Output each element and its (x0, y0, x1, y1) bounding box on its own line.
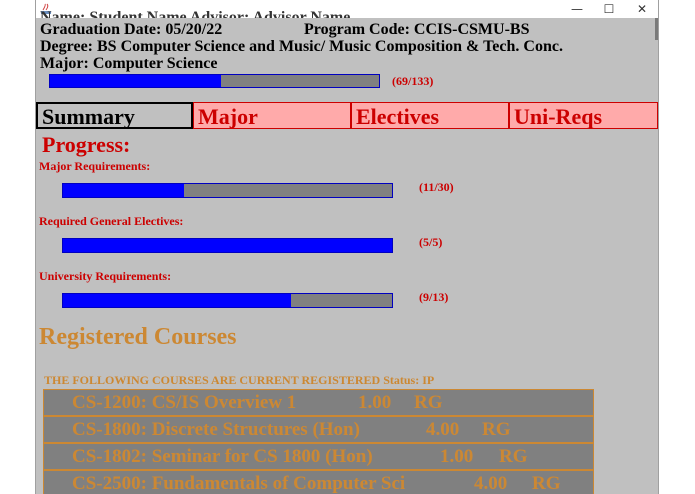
university-requirements-fill (63, 294, 291, 307)
tab-uni-reqs[interactable]: Uni-Reqs (509, 102, 658, 129)
university-requirements-count: (9/13) (419, 290, 449, 304)
course-row[interactable]: CS-1800: Discrete Structures (Hon) 4.00 … (43, 416, 594, 443)
course-credits: 1.00 (358, 392, 392, 413)
university-requirements-bar (62, 293, 393, 308)
course-grade: RG (414, 392, 443, 413)
maximize-button[interactable]: ☐ (593, 0, 625, 18)
general-electives-count: (5/5) (419, 235, 443, 249)
tab-summary[interactable]: Summary (36, 102, 193, 129)
course-name: CS-2500: Fundamentals of Computer Sci (72, 473, 406, 494)
registered-courses-heading: Registered Courses (39, 324, 237, 350)
course-list: CS-1200: CS/IS Overview 1 1.00 RG CS-180… (43, 389, 594, 494)
degree-text: Degree: BS Computer Science and Music/ M… (40, 38, 563, 55)
close-button[interactable]: ✕ (626, 0, 658, 18)
course-grade: RG (482, 419, 511, 440)
general-electives-bar (62, 238, 393, 253)
general-electives-label: Required General Electives: (39, 214, 184, 228)
overall-progress-fill (50, 75, 221, 87)
major-text: Major: Computer Science (40, 55, 218, 72)
general-electives-fill (63, 239, 392, 252)
course-name: CS-1800: Discrete Structures (Hon) (72, 419, 360, 440)
university-requirements-label: University Requirements: (39, 269, 172, 283)
course-credits: 4.00 (426, 419, 460, 440)
current-registered-label: THE FOLLOWING COURSES ARE CURRENT REGIST… (44, 373, 435, 387)
scrollbar-thumb[interactable] (655, 18, 658, 40)
major-requirements-bar (62, 183, 393, 198)
overall-progress-bar (49, 74, 380, 88)
course-grade: RG (499, 446, 528, 467)
course-row[interactable]: CS-1200: CS/IS Overview 1 1.00 RG (43, 389, 594, 416)
course-name: CS-1200: CS/IS Overview 1 (72, 392, 297, 413)
tab-major[interactable]: Major (193, 102, 351, 129)
major-requirements-label: Major Requirements: (39, 159, 151, 173)
course-credits: 1.00 (440, 446, 474, 467)
course-name: CS-1802: Seminar for CS 1800 (Hon) (72, 446, 373, 467)
course-credits: 4.00 (474, 473, 508, 494)
minimize-button[interactable]: — (561, 0, 593, 18)
program-code: Program Code: CCIS-CSMU-BS (304, 21, 530, 38)
course-row[interactable]: CS-2500: Fundamentals of Computer Sci 4.… (43, 470, 594, 494)
progress-heading: Progress: (42, 132, 131, 157)
tab-bar: Summary Major Electives Uni-Reqs (36, 102, 658, 129)
overall-progress-count: (69/133) (392, 74, 434, 88)
major-requirements-count: (11/30) (419, 180, 454, 194)
app-window: — ☐ ✕ Name: Student Name Advisor: Adviso… (35, 0, 659, 494)
course-grade: RG (532, 473, 561, 494)
graduation-date: Graduation Date: 05/20/22 (40, 21, 223, 38)
major-requirements-fill (63, 184, 184, 197)
student-info-clipped: Name: Student Name Advisor: Advisor Name (40, 10, 350, 18)
tab-electives[interactable]: Electives (351, 102, 509, 129)
course-row[interactable]: CS-1802: Seminar for CS 1800 (Hon) 1.00 … (43, 443, 594, 470)
